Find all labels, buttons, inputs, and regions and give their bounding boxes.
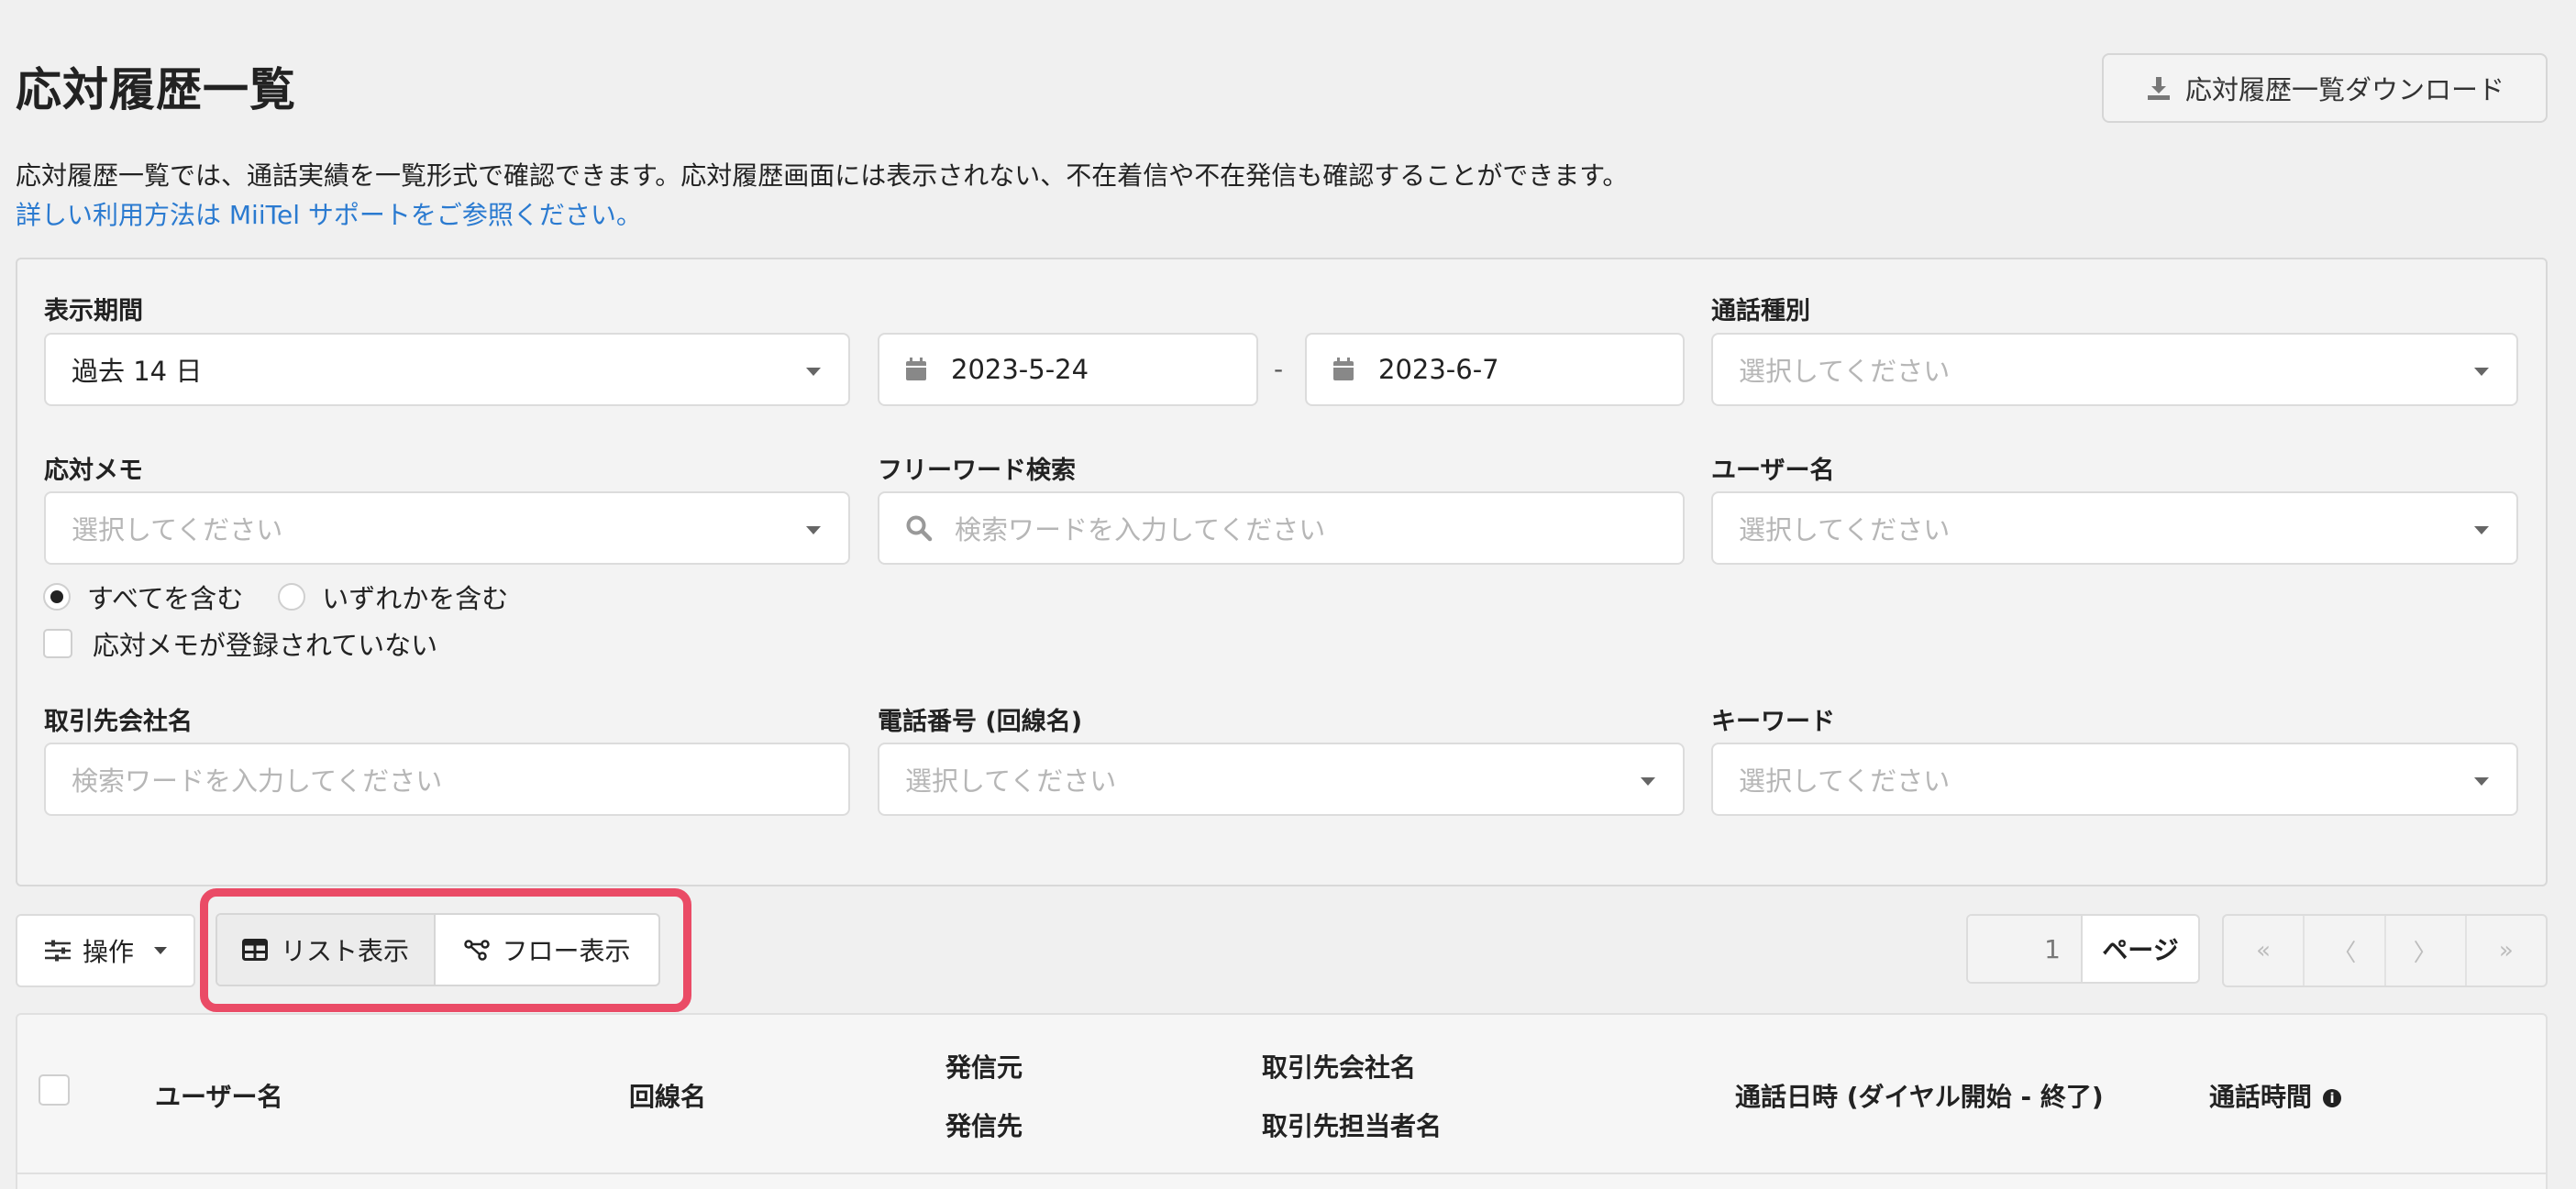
- page-title: 応対履歴一覧: [16, 63, 296, 116]
- end-date-field[interactable]: 2023-6-7: [1305, 333, 1685, 406]
- next-page-button[interactable]: 〉: [2386, 916, 2467, 985]
- column-company[interactable]: 取引先会社名: [1262, 1048, 1416, 1084]
- call-type-label: 通話種別: [1711, 297, 1810, 325]
- chevron-down-icon: [806, 526, 821, 534]
- memo-match-options: すべてを含む いずれかを含む: [43, 578, 508, 616]
- column-contact[interactable]: 取引先担当者名: [1262, 1106, 1442, 1143]
- memo-unregistered-label: 応対メモが登録されていない: [93, 630, 438, 661]
- page-selector: 1 ページ: [1966, 914, 2200, 984]
- download-label: 応対履歴一覧ダウンロード: [2184, 74, 2504, 105]
- prev-page-button[interactable]: 〈: [2305, 916, 2386, 985]
- column-duration-label: 通話時間: [2209, 1082, 2313, 1112]
- phone-placeholder: 選択してください: [905, 765, 1117, 797]
- start-date-field[interactable]: 2023-5-24: [878, 333, 1258, 406]
- table-header-divider: [16, 1172, 2548, 1174]
- memo-match-any-label: いずれかを含む: [322, 583, 509, 614]
- user-name-placeholder: 選択してください: [1739, 514, 1951, 545]
- chevron-down-icon: [806, 368, 821, 376]
- free-word-search-input[interactable]: 検索ワードを入力してください: [878, 491, 1685, 565]
- period-select[interactable]: 過去 14 日: [44, 333, 850, 406]
- keyword-label: キーワード: [1711, 708, 1835, 736]
- period-label: 表示期間: [44, 297, 143, 325]
- search-icon: [906, 515, 933, 542]
- column-datetime[interactable]: 通話日時 (ダイヤル開始 - 終了): [1735, 1077, 2104, 1114]
- info-icon[interactable]: i: [2323, 1089, 2342, 1107]
- column-callee[interactable]: 発信先: [945, 1106, 1023, 1143]
- chevron-down-icon: [2474, 777, 2489, 786]
- view-toggle-highlight: [200, 888, 691, 1012]
- chevron-down-icon: [154, 947, 167, 954]
- keyword-placeholder: 選択してください: [1739, 765, 1951, 797]
- last-page-button[interactable]: »: [2467, 916, 2546, 985]
- memo-placeholder: 選択してください: [72, 514, 283, 545]
- period-value: 過去 14 日: [72, 356, 203, 387]
- user-name-label: ユーザー名: [1711, 457, 1835, 485]
- page-number-input[interactable]: 1: [1968, 916, 2083, 982]
- sliders-icon: [44, 940, 71, 962]
- memo-unregistered-checkbox[interactable]: [43, 629, 72, 658]
- pagination-controls: « 〈 〉 »: [2222, 914, 2548, 987]
- page-label: ページ: [2102, 935, 2179, 965]
- start-date-value: 2023-5-24: [951, 354, 1089, 385]
- memo-match-all-radio[interactable]: [43, 583, 71, 611]
- column-user[interactable]: ユーザー名: [155, 1077, 282, 1114]
- phone-select[interactable]: 選択してください: [878, 743, 1685, 816]
- end-date-value: 2023-6-7: [1378, 354, 1499, 385]
- memo-match-all-label: すべてを含む: [87, 583, 244, 614]
- memo-label: 応対メモ: [44, 457, 143, 485]
- column-line[interactable]: 回線名: [629, 1077, 706, 1114]
- chevron-down-icon: [2474, 526, 2489, 534]
- date-separator: -: [1274, 354, 1284, 384]
- company-label: 取引先会社名: [44, 708, 193, 736]
- operations-label: 操作: [82, 937, 134, 967]
- company-placeholder: 検索ワードを入力してください: [72, 765, 443, 797]
- results-table-header: [16, 1013, 2548, 1189]
- column-duration[interactable]: 通話時間 i: [2209, 1077, 2342, 1114]
- help-link[interactable]: 詳しい利用方法は MiiTel サポートをご参照ください。: [16, 195, 642, 232]
- calendar-icon: [1333, 358, 1354, 380]
- free-word-label: フリーワード検索: [878, 457, 1076, 485]
- calendar-icon: [906, 358, 926, 380]
- call-type-select[interactable]: 選択してください: [1711, 333, 2518, 406]
- company-search-input[interactable]: 検索ワードを入力してください: [44, 743, 850, 816]
- call-type-placeholder: 選択してください: [1739, 356, 1951, 387]
- memo-unregistered-option: 応対メモが登録されていない: [43, 624, 437, 663]
- chevron-down-icon: [1641, 777, 1655, 786]
- free-word-placeholder: 検索ワードを入力してください: [955, 514, 1326, 545]
- phone-label: 電話番号 (回線名): [878, 708, 1083, 736]
- memo-select[interactable]: 選択してください: [44, 491, 850, 565]
- keyword-select[interactable]: 選択してください: [1711, 743, 2518, 816]
- page-description: 応対履歴一覧では、通話実績を一覧形式で確認できます。応対履歴画面には表示されない…: [16, 160, 1629, 191]
- download-button[interactable]: 応対履歴一覧ダウンロード: [2102, 53, 2548, 123]
- download-icon: [2147, 77, 2170, 100]
- memo-match-any-radio[interactable]: [278, 583, 306, 611]
- chevron-down-icon: [2474, 368, 2489, 376]
- column-caller[interactable]: 発信元: [945, 1048, 1023, 1084]
- user-name-select[interactable]: 選択してください: [1711, 491, 2518, 565]
- operations-button[interactable]: 操作: [16, 914, 195, 987]
- select-all-checkbox[interactable]: [39, 1074, 70, 1106]
- first-page-button[interactable]: «: [2224, 916, 2305, 985]
